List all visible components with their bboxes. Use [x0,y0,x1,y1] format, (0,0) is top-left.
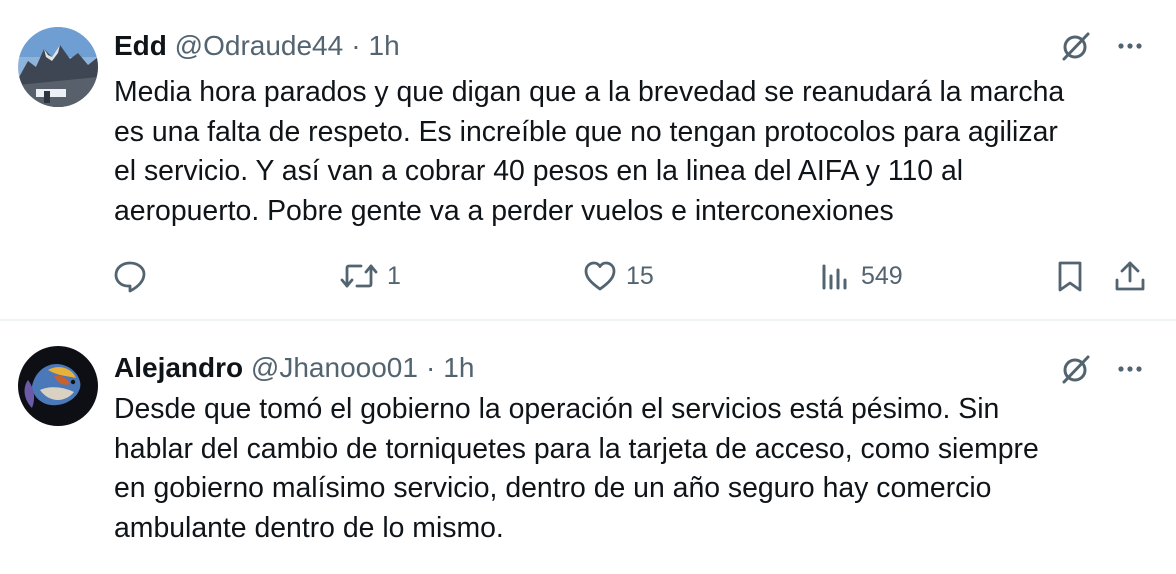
more-icon [1118,43,1142,49]
retweet-icon [340,264,378,288]
grok-icon [1062,32,1090,61]
like-button[interactable]: 15 [582,256,654,296]
user-handle[interactable]: @Odraude44 [175,30,344,61]
avatar[interactable] [18,27,98,107]
bookmark-button[interactable] [1052,256,1088,296]
views-button[interactable]: 549 [817,256,903,296]
separator-dot: · [351,30,361,61]
tweet-header: Alejandro @Jhanooo01 · 1h [114,351,474,385]
views-icon [822,264,847,290]
grok-button[interactable] [1058,351,1094,387]
bookmark-icon [1058,261,1082,292]
betta-fish-avatar [18,346,98,426]
like-count: 15 [626,261,654,290]
user-name[interactable]: Edd [114,30,167,61]
tweet[interactable]: Alejandro @Jhanooo01 · 1h Desde que tomó e… [0,321,1176,574]
tweet-actions: 1 15 549 [0,256,1176,296]
tweet-header: Edd @Odraude44 · 1h [114,29,400,63]
heart-icon [584,261,616,291]
user-handle[interactable]: @Jhanooo01 [251,352,418,383]
more-icon [1118,366,1142,372]
views-count: 549 [861,261,903,290]
user-name[interactable]: Alejandro [114,352,243,383]
reply-icon [114,261,146,293]
share-button[interactable] [1112,256,1148,296]
timestamp[interactable]: 1h [443,352,474,383]
retweet-button[interactable]: 1 [339,256,401,296]
share-icon [1115,261,1145,291]
grok-icon [1062,355,1090,384]
mountain-photo-avatar [18,27,98,107]
avatar[interactable] [18,346,98,426]
tweet-text: Desde que tomó el gobierno la operación … [114,393,1039,544]
grok-button[interactable] [1058,28,1094,64]
separator-dot: · [425,352,436,383]
more-button[interactable] [1112,351,1148,387]
reply-button[interactable] [112,256,148,296]
tweet-text: Media hora parados y que digan que a la … [114,76,1065,227]
timestamp[interactable]: 1h [369,30,400,61]
tweet[interactable]: Edd @Odraude44 · 1h Media hora parados y q… [0,0,1176,320]
more-button[interactable] [1112,28,1148,64]
retweet-count: 1 [387,261,401,290]
